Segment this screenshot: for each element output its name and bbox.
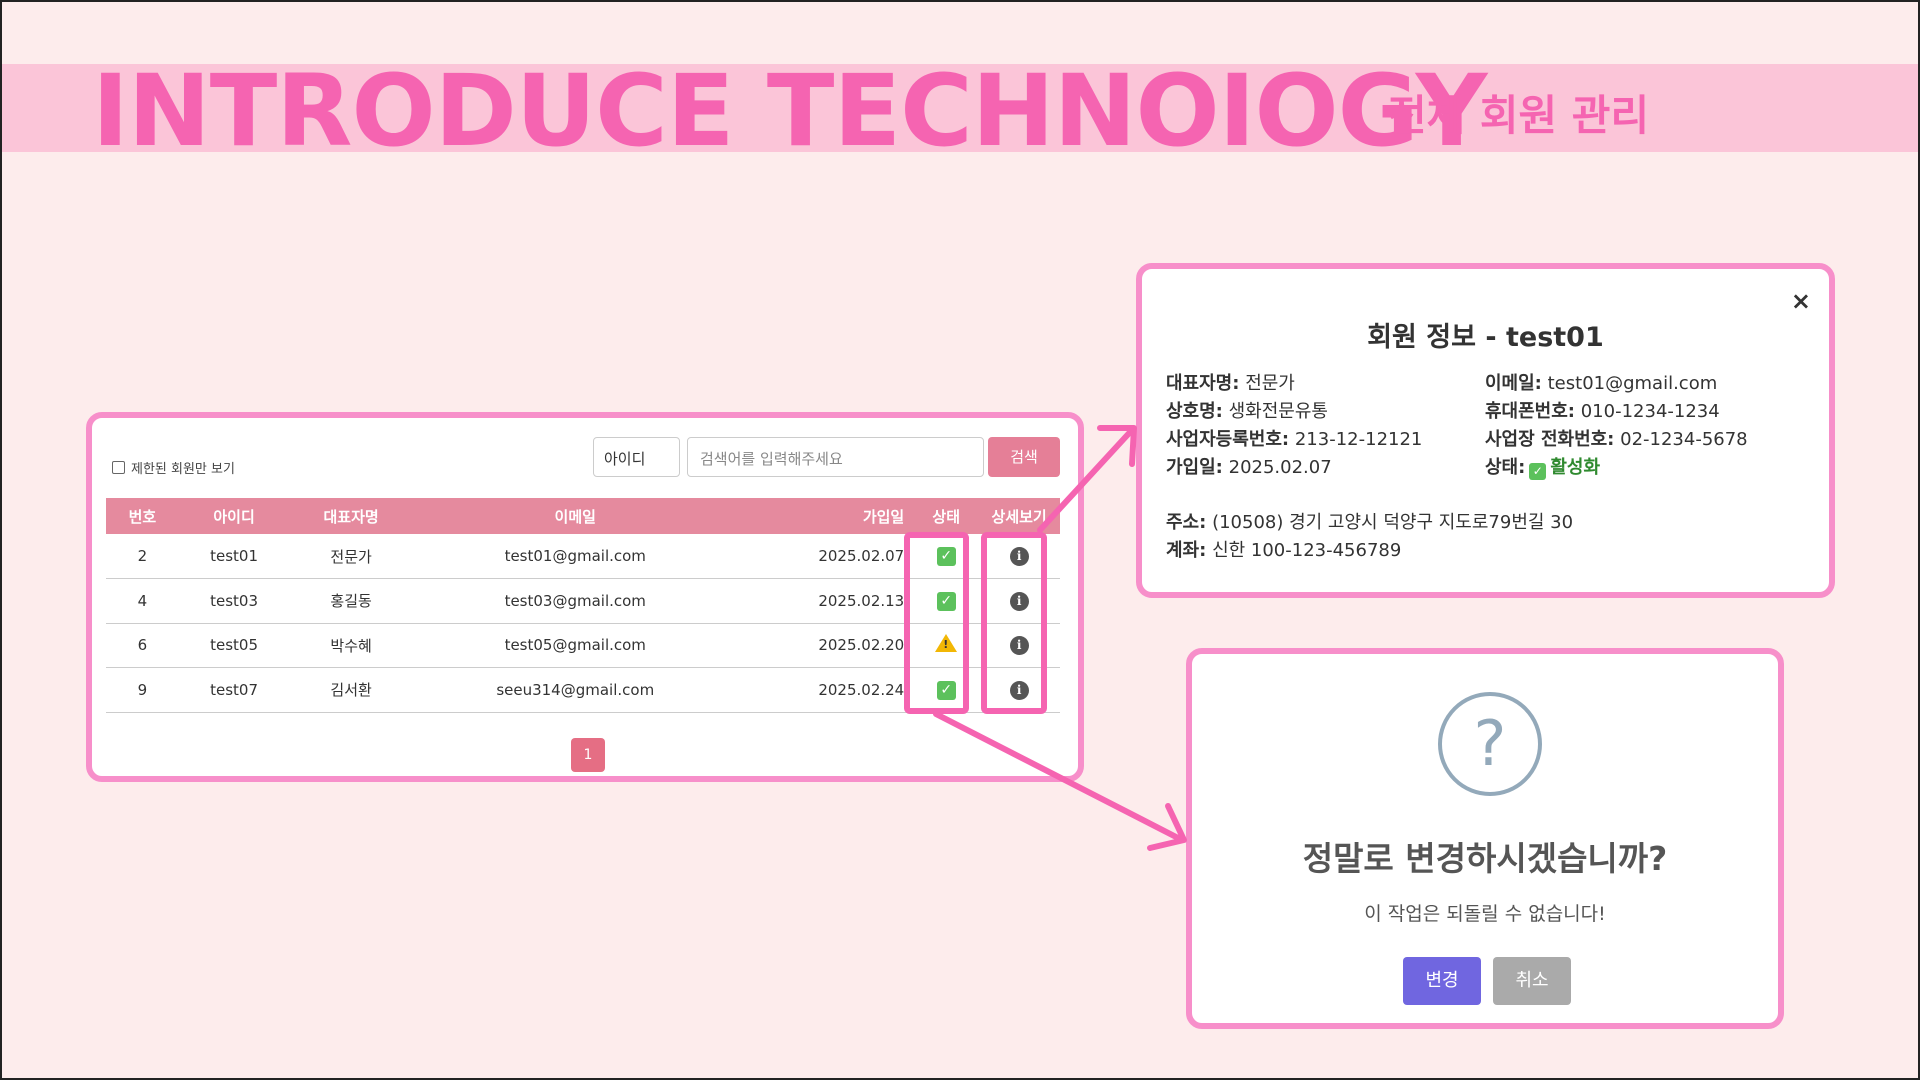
col-header-date: 가입일 — [737, 498, 915, 534]
detail-field-account: 계좌: 신한 100-123-456789 — [1166, 540, 1402, 561]
cell-no: 4 — [106, 578, 179, 624]
status-active-icon[interactable]: ✓ — [936, 547, 956, 566]
cell-id: test07 — [178, 667, 290, 713]
cell-detail: i — [978, 534, 1060, 579]
change-button[interactable]: 변경 — [1403, 957, 1481, 1005]
info-icon[interactable]: i — [1009, 591, 1029, 611]
detail-field-address: 주소: (10508) 경기 고양시 덕양구 지도로79번길 30 — [1166, 512, 1574, 533]
cell-email: test03@gmail.com — [412, 578, 738, 624]
confirm-modal: ? 정말로 변경하시겠습니까? 이 작업은 되돌릴 수 없습니다! 변경 취소 — [1186, 648, 1784, 1029]
cell-no: 9 — [106, 667, 179, 713]
page-title: INTRODUCE TECHNOIOGY — [92, 54, 1487, 169]
detail-field-business-phone: 사업장 전화번호: 02-1234-5678 — [1485, 429, 1748, 450]
arrow-head-confirm — [1147, 803, 1187, 851]
cell-date: 2025.02.20 — [737, 623, 915, 668]
info-icon[interactable]: i — [1009, 547, 1029, 566]
cell-detail: i — [978, 667, 1060, 713]
status-active-icon[interactable]: ✓ — [936, 680, 956, 700]
cell-date: 2025.02.07 — [737, 534, 915, 579]
col-header-no: 번호 — [106, 498, 179, 534]
info-icon[interactable]: i — [1009, 680, 1029, 700]
page-button[interactable]: 1 — [571, 738, 605, 772]
table-row: 4 test03 홍길동 test03@gmail.com 2025.02.13… — [106, 578, 1060, 624]
col-header-id: 아이디 — [178, 498, 290, 534]
member-list-panel: 제한된 회원만 보기 아이디 검색어를 입력해주세요 검색 번호 아이디 대표자… — [86, 412, 1084, 782]
cell-date: 2025.02.24 — [737, 667, 915, 713]
cell-id: test01 — [178, 534, 290, 579]
detail-address-block: 주소: (10508) 경기 고양시 덕양구 지도로79번길 30 계좌: 신한… — [1166, 509, 1573, 565]
detail-field-status: 상태: ✓ 활성화 — [1485, 457, 1601, 480]
info-icon[interactable]: i — [1009, 636, 1029, 656]
detail-title: 회원 정보 - test01 — [1367, 322, 1604, 353]
status-warning-icon[interactable]: ! — [935, 634, 958, 653]
cancel-button[interactable]: 취소 — [1493, 957, 1571, 1005]
cell-name: 김서환 — [289, 667, 413, 713]
col-header-name: 대표자명 — [289, 498, 413, 534]
cell-detail: i — [978, 578, 1060, 624]
status-active-icon[interactable]: ✓ — [936, 591, 956, 611]
detail-field-mobile: 휴대폰번호: 010-1234-1234 — [1485, 401, 1720, 422]
search-input[interactable]: 검색어를 입력해주세요 — [687, 437, 984, 477]
table-row: 2 test01 전문가 test01@gmail.com 2025.02.07… — [106, 534, 1060, 579]
member-table: 번호 아이디 대표자명 이메일 가입일 상태 상세보기 2 test01 전문가… — [106, 498, 1060, 713]
cell-status: ✓ — [914, 667, 979, 713]
arrow-head-detail — [1097, 425, 1137, 467]
close-icon[interactable]: × — [1791, 287, 1811, 315]
cell-name: 박수혜 — [289, 623, 413, 668]
cell-name: 홍길동 — [289, 578, 413, 624]
col-header-email: 이메일 — [412, 498, 738, 534]
cell-email: test05@gmail.com — [412, 623, 738, 668]
detail-right-column: 이메일: test01@gmail.com 휴대폰번호: 010-1234-12… — [1485, 370, 1748, 482]
member-detail-modal: × 회원 정보 - test01 대표자명: 전문가 상호명: 생화전문유통 사… — [1136, 263, 1835, 598]
cell-id: test03 — [178, 578, 290, 624]
detail-field-representative: 대표자명: 전문가 — [1166, 373, 1295, 394]
restricted-filter[interactable]: 제한된 회원만 보기 — [112, 458, 235, 477]
cell-status: ✓ — [914, 534, 979, 579]
cell-date: 2025.02.13 — [737, 578, 915, 624]
cell-status: ! — [914, 623, 979, 668]
col-header-status: 상태 — [914, 498, 979, 534]
detail-left-column: 대표자명: 전문가 상호명: 생화전문유통 사업자등록번호: 213-12-12… — [1166, 370, 1422, 482]
confirm-title: 정말로 변경하시겠습니까? — [1302, 839, 1668, 878]
status-active-icon: ✓ — [1529, 463, 1547, 480]
cell-email: seeu314@gmail.com — [412, 667, 738, 713]
table-header-row: 번호 아이디 대표자명 이메일 가입일 상태 상세보기 — [106, 498, 1060, 534]
cell-no: 6 — [106, 623, 179, 668]
cell-id: test05 — [178, 623, 290, 668]
restricted-filter-label: 제한된 회원만 보기 — [131, 462, 235, 477]
search-button[interactable]: 검색 — [988, 437, 1060, 477]
cell-email: test01@gmail.com — [412, 534, 738, 579]
cell-detail: i — [978, 623, 1060, 668]
detail-field-company: 상호명: 생화전문유통 — [1166, 401, 1328, 422]
detail-field-business-number: 사업자등록번호: 213-12-12121 — [1166, 429, 1423, 450]
page-subtitle: 전체 회원 관리 — [1388, 91, 1650, 140]
cell-no: 2 — [106, 534, 179, 579]
table-row: 6 test05 박수혜 test05@gmail.com 2025.02.20… — [106, 623, 1060, 668]
detail-field-email: 이메일: test01@gmail.com — [1485, 373, 1718, 394]
cell-status: ✓ — [914, 578, 979, 624]
detail-field-join-date: 가입일: 2025.02.07 — [1166, 457, 1332, 478]
col-header-detail: 상세보기 — [978, 498, 1060, 534]
table-row: 9 test07 김서환 seeu314@gmail.com 2025.02.2… — [106, 667, 1060, 713]
cell-name: 전문가 — [289, 534, 413, 579]
confirm-message: 이 작업은 되돌릴 수 없습니다! — [1364, 903, 1606, 925]
restricted-filter-checkbox[interactable] — [112, 461, 125, 474]
question-icon: ? — [1438, 692, 1542, 796]
search-field-select[interactable]: 아이디 — [593, 437, 680, 477]
